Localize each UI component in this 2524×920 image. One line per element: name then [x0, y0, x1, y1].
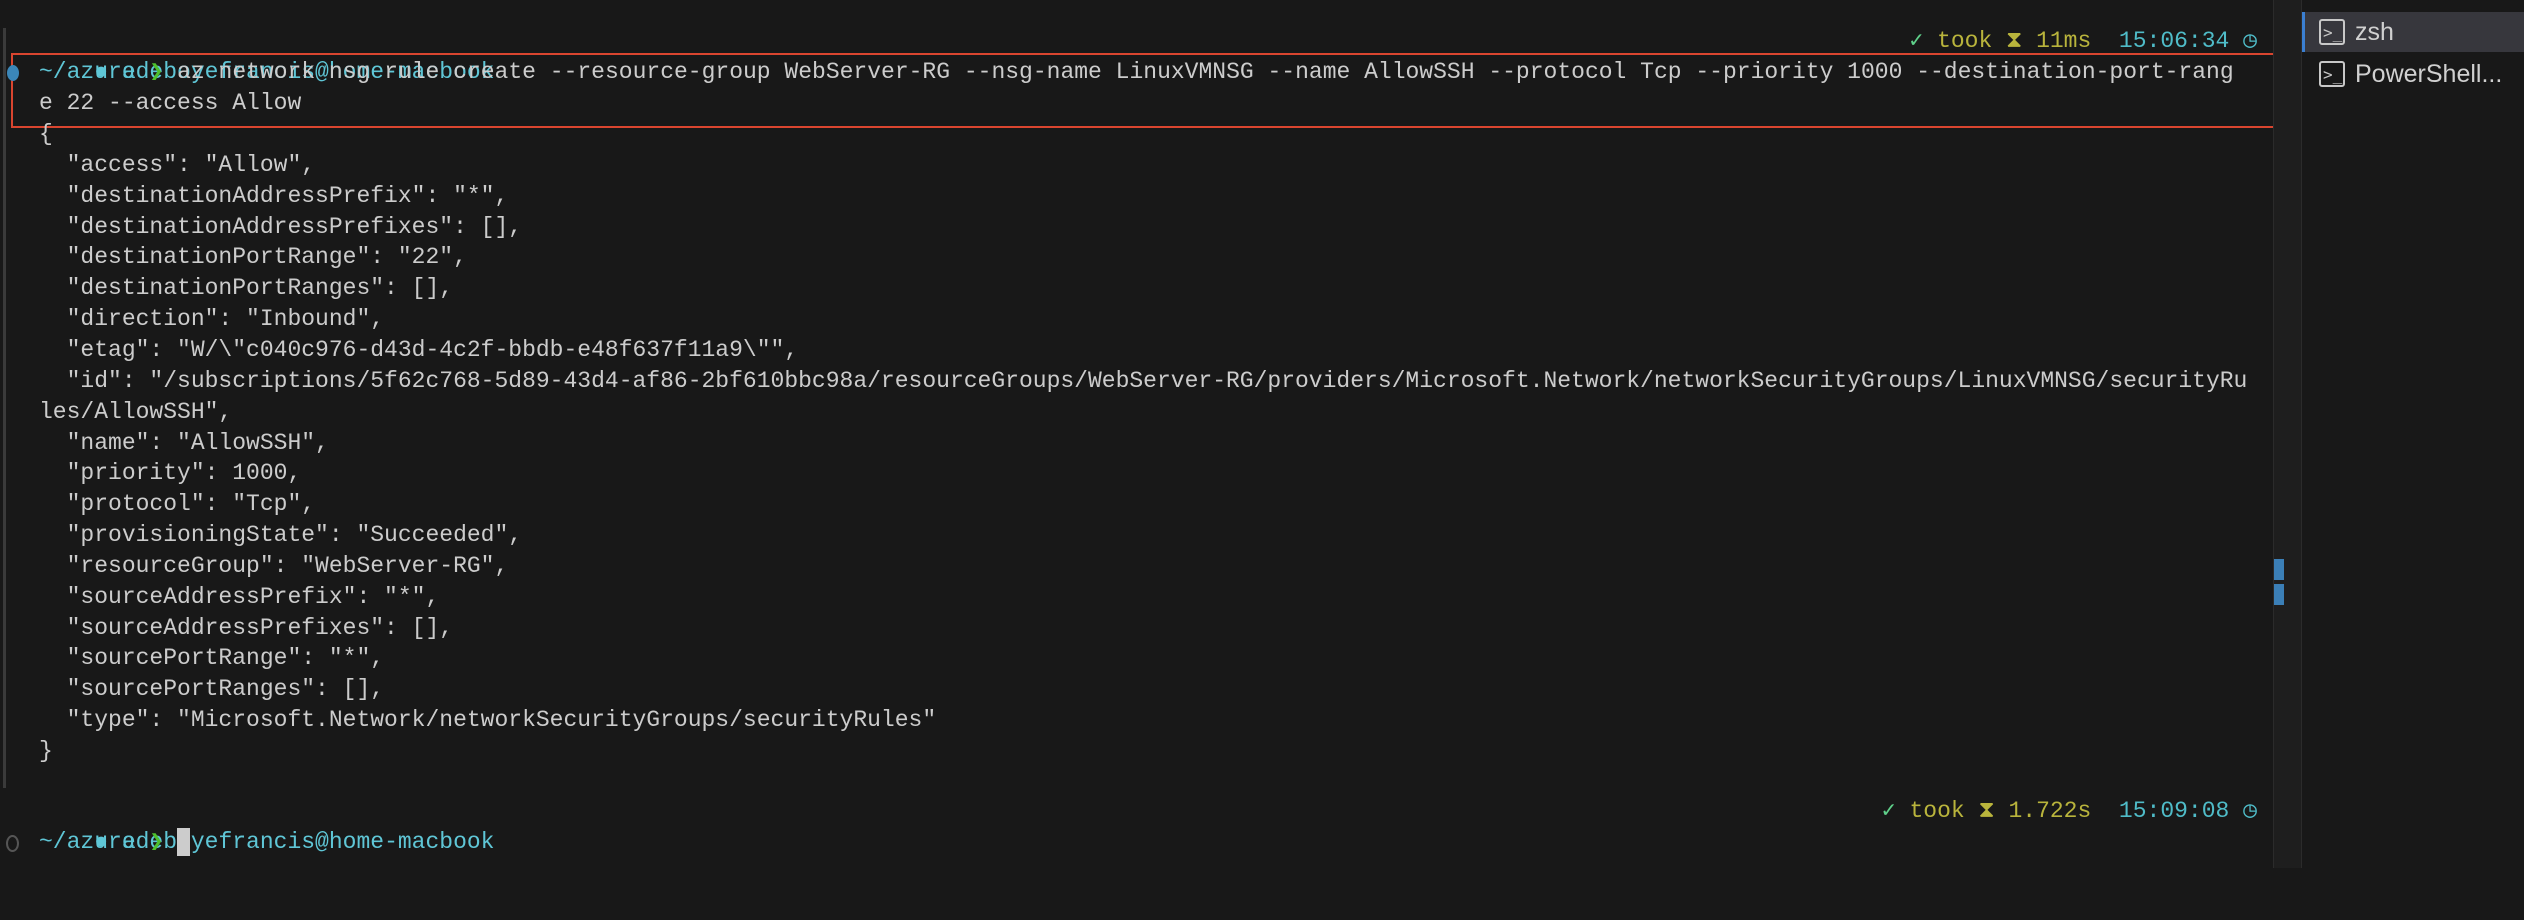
clock-icon: ◷ — [2243, 798, 2257, 824]
output-line: "protocol": "Tcp", — [39, 491, 316, 518]
terminal-list: >_ zsh >_ PowerShell... — [2301, 0, 2524, 868]
output-line: "priority": 1000, — [39, 460, 302, 487]
terminal-pane[interactable]: ● adeboyefrancis@home-macbook ✓ took ⧗ 1… — [0, 0, 2279, 868]
check-icon: ✓ — [1909, 28, 1924, 54]
tab-label: PowerShell... — [2355, 59, 2503, 88]
output-line: "sourceAddressPrefixes": [], — [39, 614, 454, 641]
command-text: az network nsg rule create --resource-gr… — [177, 59, 2234, 85]
output-line: "access": "Allow", — [39, 151, 316, 178]
cwd: ~/azure — [39, 59, 136, 85]
command-line-1: ~/azure ❯ az network nsg rule create --r… — [39, 57, 2257, 88]
prompt-header-2: ● adeboyefrancis@home-macbook ✓ took ⧗ 1… — [39, 796, 2257, 855]
output-line: "destinationPortRange": "22", — [39, 244, 467, 271]
terminal-icon: >_ — [2319, 19, 2345, 45]
output-line: "destinationAddressPrefixes": [], — [39, 213, 523, 240]
timestamp: 15:06:34 — [2118, 28, 2230, 54]
prompt-arrow-icon: ❯ — [149, 59, 164, 85]
took-label: took — [1909, 798, 1965, 824]
hourglass-icon: ⧗ — [2006, 28, 2023, 54]
output-line: "sourcePortRanges": [], — [39, 676, 385, 703]
prompt-status: ✓ took ⧗ 1.722s 15:09:08 ◷ — [1882, 796, 2257, 827]
command-gutter — [3, 28, 6, 788]
tab-label: zsh — [2355, 17, 2394, 46]
timestamp: 15:09:08 — [2118, 798, 2230, 824]
terminal-scrollbar[interactable] — [2273, 0, 2301, 868]
hourglass-icon: ⧗ — [1978, 798, 1995, 824]
duration: 1.722s — [2008, 798, 2092, 824]
command-success-marker-icon[interactable] — [7, 65, 19, 81]
output-line: "provisioningState": "Succeeded", — [39, 522, 523, 549]
output-line: "sourceAddressPrefix": "*", — [39, 583, 440, 610]
prompt-arrow-icon: ❯ — [149, 829, 164, 855]
terminal-tab-powershell[interactable]: >_ PowerShell... — [2302, 54, 2524, 94]
output-line: "resourceGroup": "WebServer-RG", — [39, 552, 509, 579]
duration: 11ms — [2036, 28, 2092, 54]
cwd: ~/azure — [39, 829, 136, 855]
output-line: "sourcePortRange": "*", — [39, 645, 385, 672]
terminal-tab-zsh[interactable]: >_ zsh — [2302, 12, 2524, 52]
scroll-marker — [2274, 584, 2284, 605]
took-label: took — [1937, 28, 1993, 54]
output-line: "direction": "Inbound", — [39, 306, 385, 333]
output-line: "destinationPortRanges": [], — [39, 275, 454, 302]
output-line: les/AllowSSH", — [39, 398, 233, 425]
terminal-icon: >_ — [2319, 61, 2345, 87]
output-line: "name": "AllowSSH", — [39, 429, 329, 456]
command-pending-marker-icon[interactable] — [6, 835, 19, 852]
clock-icon: ◷ — [2243, 28, 2257, 54]
output-line: "id": "/subscriptions/5f62c768-5d89-43d4… — [39, 367, 2248, 394]
output-line: "destinationAddressPrefix": "*", — [39, 182, 509, 209]
scroll-marker — [2274, 559, 2284, 580]
output-line: } — [39, 738, 53, 764]
output-line: "etag": "W/\"c040c976-d43d-4c2f-bbdb-e48… — [39, 336, 799, 363]
active-prompt[interactable]: ~/azure ❯ — [39, 827, 2257, 858]
check-icon: ✓ — [1881, 798, 1896, 824]
output-line: { — [39, 121, 53, 147]
output-line: "type": "Microsoft.Network/networkSecuri… — [39, 707, 937, 734]
text-cursor — [177, 827, 191, 856]
command-line-2: e 22 --access Allow — [39, 90, 302, 116]
